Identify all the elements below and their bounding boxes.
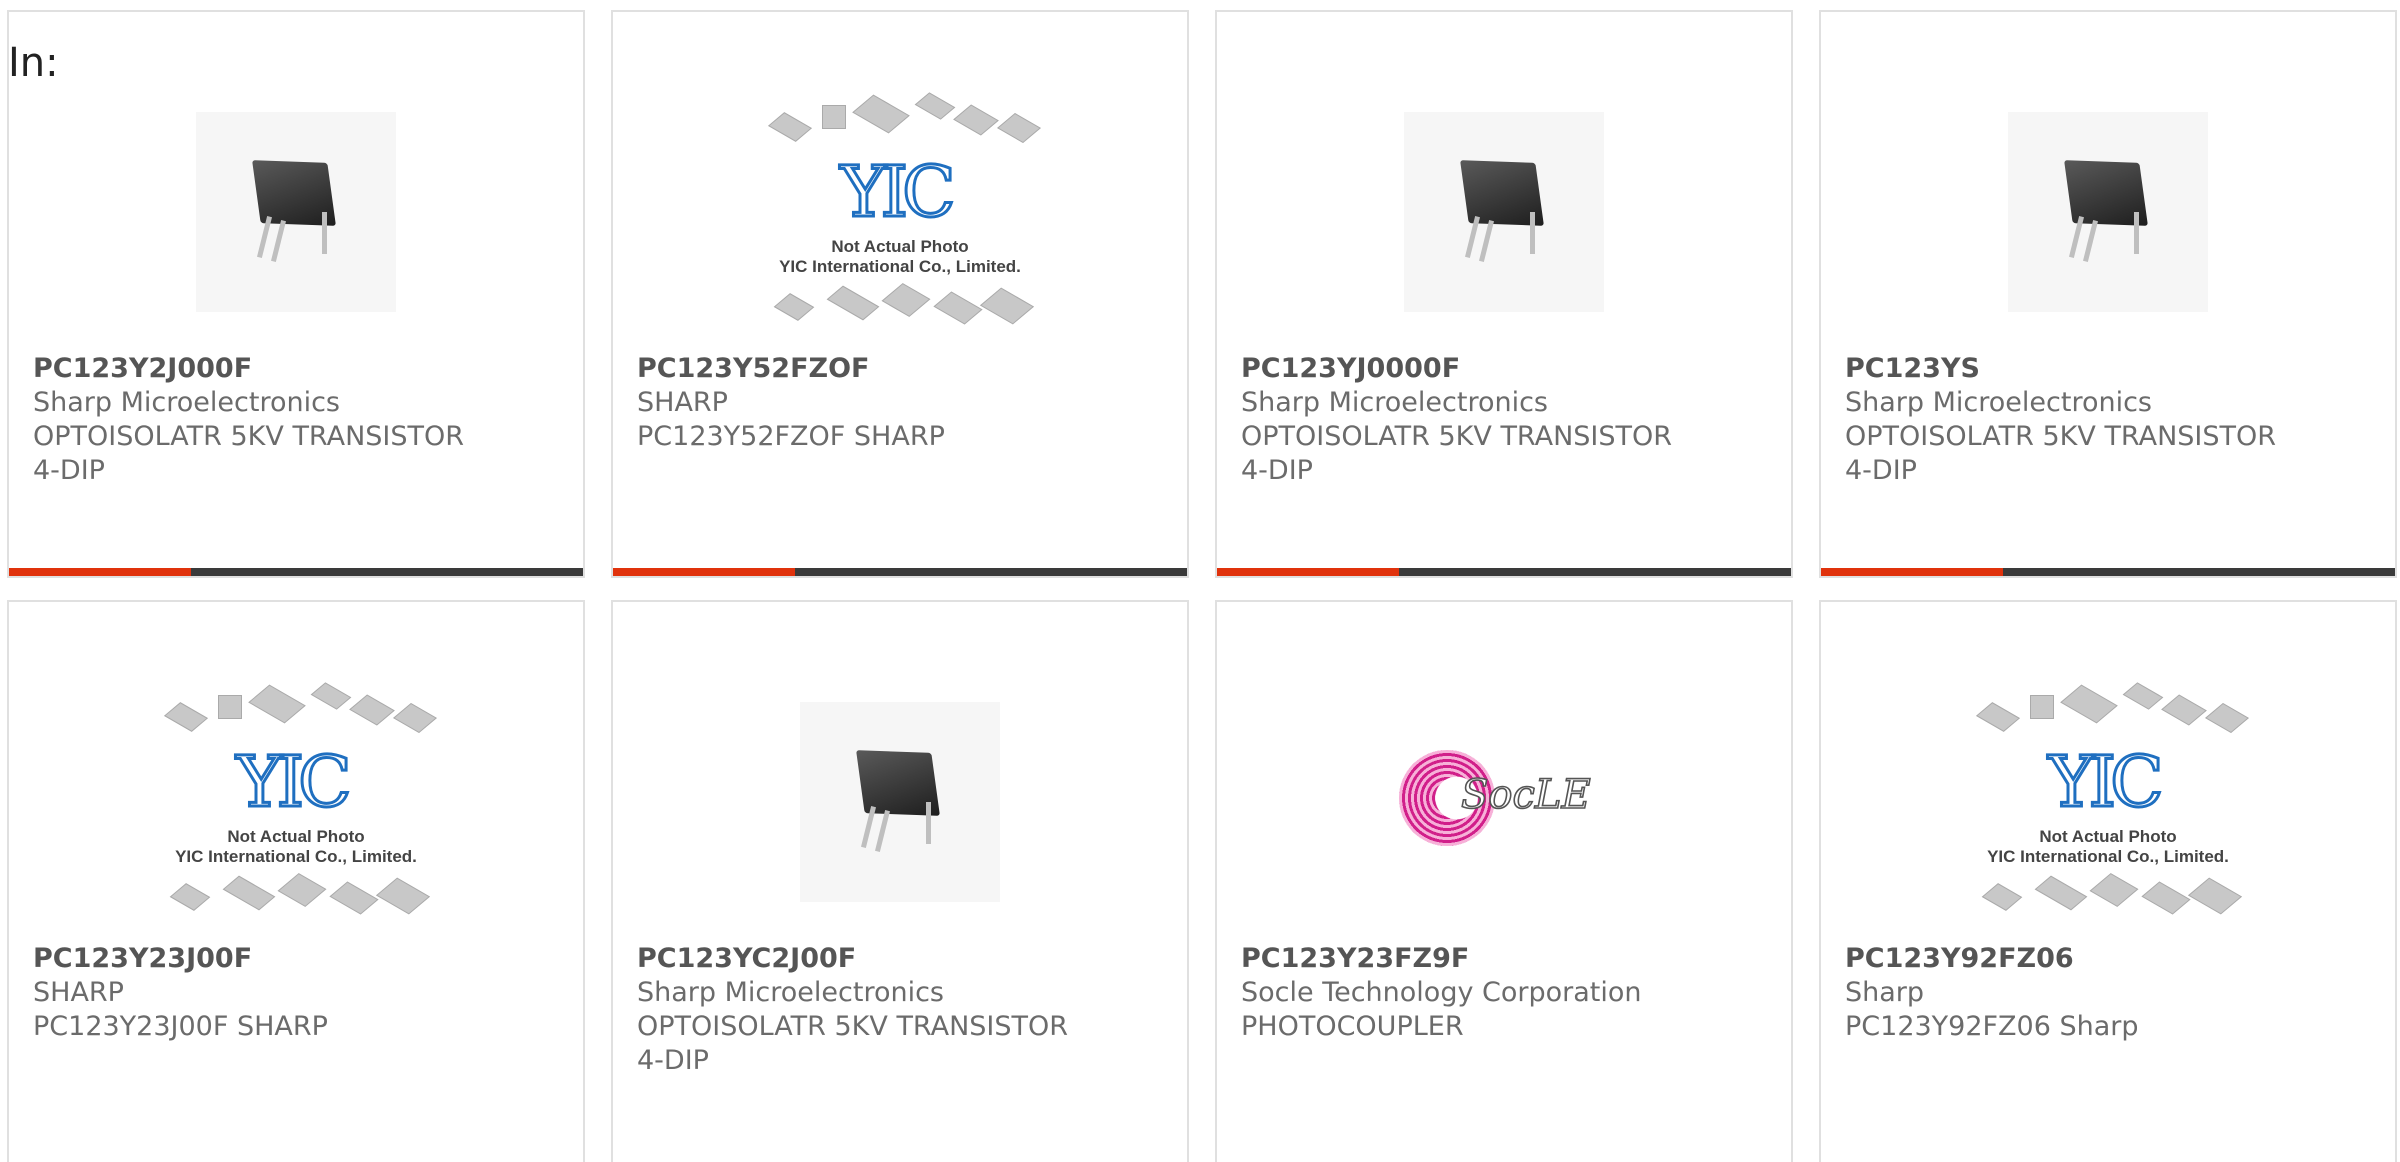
yic-caption-line1: Not Actual Photo bbox=[831, 237, 969, 256]
description: OPTOISOLATR 5KV TRANSISTOR bbox=[637, 1011, 1069, 1042]
product-image[interactable] bbox=[1217, 72, 1791, 352]
yic-caption-line1: Not Actual Photo bbox=[227, 827, 365, 846]
yic-placeholder-icon: YIC Not Actual Photo YIC International C… bbox=[760, 87, 1041, 337]
yic-caption: Not Actual Photo YIC International Co., … bbox=[156, 827, 436, 867]
dip-chip-photo-icon bbox=[1404, 112, 1604, 312]
package: 4-DIP bbox=[637, 1045, 709, 1076]
manufacturer: Sharp Microelectronics bbox=[1845, 387, 2152, 418]
product-image[interactable]: YIC Not Actual Photo YIC International C… bbox=[613, 72, 1187, 352]
description: PHOTOCOUPLER bbox=[1241, 1011, 1464, 1042]
manufacturer: SHARP bbox=[33, 977, 124, 1008]
part-number-link[interactable]: PC123Y92FZ06 bbox=[1845, 942, 2375, 976]
manufacturer: Socle Technology Corporation bbox=[1241, 977, 1642, 1008]
package: 4-DIP bbox=[33, 455, 105, 486]
product-image[interactable] bbox=[1821, 72, 2395, 352]
yic-caption-line1: Not Actual Photo bbox=[2039, 827, 2177, 846]
product-card[interactable]: PC123YJ0000F Sharp Microelectronics OPTO… bbox=[1215, 10, 1793, 578]
manufacturer: SHARP bbox=[637, 387, 728, 418]
card-bottom-bar bbox=[1821, 568, 2395, 576]
product-card[interactable]: SocLE PC123Y23FZ9F Socle Technology Corp… bbox=[1215, 600, 1793, 1162]
card-accent-bar bbox=[1217, 568, 1399, 576]
yic-caption-line2: YIC International Co., Limited. bbox=[1987, 847, 2229, 866]
card-bottom-bar bbox=[9, 568, 583, 576]
description: OPTOISOLATR 5KV TRANSISTOR bbox=[33, 421, 465, 452]
description: OPTOISOLATR 5KV TRANSISTOR bbox=[1241, 421, 1673, 452]
product-grid-page: In: PC123Y2J000F Sharp Microelectronics … bbox=[0, 0, 2400, 1162]
product-image[interactable] bbox=[9, 72, 583, 352]
description: PC123Y52FZOF SHARP bbox=[637, 421, 945, 452]
socle-logo-text: SocLE bbox=[1460, 771, 1591, 819]
manufacturer: Sharp bbox=[1845, 977, 1925, 1008]
yic-caption: Not Actual Photo YIC International Co., … bbox=[760, 237, 1040, 277]
part-number-link[interactable]: PC123YS bbox=[1845, 352, 2375, 386]
product-card[interactable]: PC123Y2J000F Sharp Microelectronics OPTO… bbox=[7, 10, 585, 578]
product-image[interactable] bbox=[613, 662, 1187, 942]
yic-caption-line2: YIC International Co., Limited. bbox=[779, 257, 1021, 276]
dip-chip-photo-icon bbox=[800, 702, 1000, 902]
card-bottom-bar bbox=[1217, 568, 1791, 576]
yic-caption: Not Actual Photo YIC International Co., … bbox=[1968, 827, 2248, 867]
manufacturer: Sharp Microelectronics bbox=[637, 977, 944, 1008]
card-accent-bar bbox=[9, 568, 191, 576]
yic-logo: YIC bbox=[2047, 741, 2165, 823]
part-number-link[interactable]: PC123YJ0000F bbox=[1241, 352, 1771, 386]
package: 4-DIP bbox=[1241, 455, 1313, 486]
card-bottom-bar bbox=[613, 568, 1187, 576]
yic-logo: YIC bbox=[235, 741, 353, 823]
product-card[interactable]: PC123YC2J00F Sharp Microelectronics OPTO… bbox=[611, 600, 1189, 1162]
yic-logo: YIC bbox=[839, 151, 957, 233]
description: PC123Y23J00F SHARP bbox=[33, 1011, 328, 1042]
part-number-link[interactable]: PC123Y2J000F bbox=[33, 352, 563, 386]
dip-chip-photo-icon bbox=[2008, 112, 2208, 312]
product-card[interactable]: PC123YS Sharp Microelectronics OPTOISOLA… bbox=[1819, 10, 2397, 578]
description: PC123Y92FZ06 Sharp bbox=[1845, 1011, 2139, 1042]
yic-caption-line2: YIC International Co., Limited. bbox=[175, 847, 417, 866]
part-number-link[interactable]: PC123Y23FZ9F bbox=[1241, 942, 1771, 976]
card-accent-bar bbox=[613, 568, 795, 576]
dip-chip-photo-icon bbox=[196, 112, 396, 312]
yic-placeholder-icon: YIC Not Actual Photo YIC International C… bbox=[156, 677, 437, 927]
socle-logo-icon: SocLE bbox=[1399, 742, 1609, 862]
in-heading: In: bbox=[8, 40, 59, 86]
yic-placeholder-icon: YIC Not Actual Photo YIC International C… bbox=[1968, 677, 2249, 927]
description: OPTOISOLATR 5KV TRANSISTOR bbox=[1845, 421, 2277, 452]
product-image[interactable]: SocLE bbox=[1217, 662, 1791, 942]
product-card[interactable]: YIC Not Actual Photo YIC International C… bbox=[7, 600, 585, 1162]
manufacturer: Sharp Microelectronics bbox=[33, 387, 340, 418]
product-card[interactable]: YIC Not Actual Photo YIC International C… bbox=[611, 10, 1189, 578]
card-accent-bar bbox=[1821, 568, 2003, 576]
manufacturer: Sharp Microelectronics bbox=[1241, 387, 1548, 418]
part-number-link[interactable]: PC123Y23J00F bbox=[33, 942, 563, 976]
product-card[interactable]: YIC Not Actual Photo YIC International C… bbox=[1819, 600, 2397, 1162]
product-image[interactable]: YIC Not Actual Photo YIC International C… bbox=[1821, 662, 2395, 942]
product-image[interactable]: YIC Not Actual Photo YIC International C… bbox=[9, 662, 583, 942]
package: 4-DIP bbox=[1845, 455, 1917, 486]
part-number-link[interactable]: PC123YC2J00F bbox=[637, 942, 1167, 976]
part-number-link[interactable]: PC123Y52FZOF bbox=[637, 352, 1167, 386]
